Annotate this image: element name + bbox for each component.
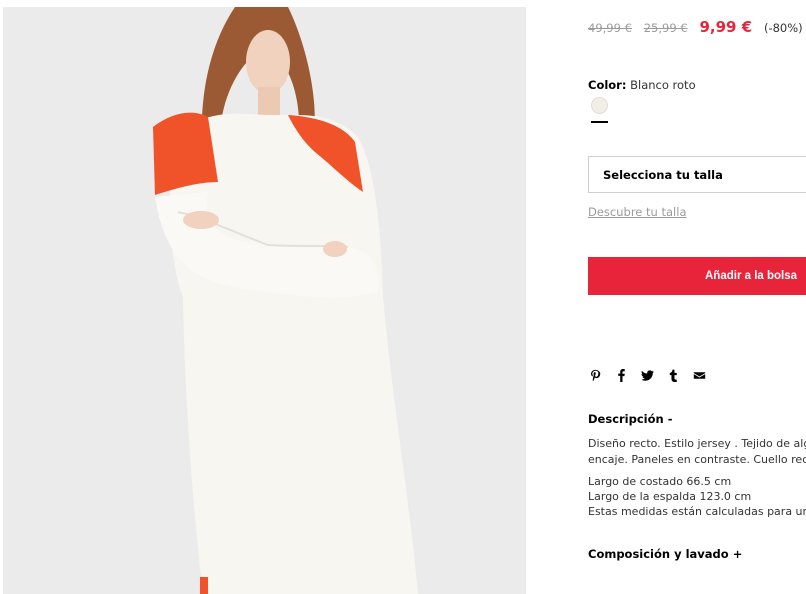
color-row: Color: Blanco roto: [588, 78, 696, 92]
description-line: encaje. Paneles en contraste. Cuello red…: [588, 453, 806, 466]
facebook-icon[interactable]: [614, 367, 628, 383]
current-price: 9,99 €: [699, 18, 753, 36]
product-image[interactable]: [3, 7, 526, 594]
color-value: Blanco roto: [630, 78, 696, 92]
add-to-bag-button[interactable]: Añadir a la bolsa: [588, 257, 806, 295]
pinterest-icon[interactable]: [588, 367, 602, 383]
measurements-text: Largo de costado 66.5 cm Largo de la esp…: [588, 474, 806, 519]
description-text: Diseño recto. Estilo jersey . Tejido de …: [588, 436, 806, 468]
price-block: 49,99 € 25,99 € 9,99 € (-80%): [588, 18, 803, 36]
color-label: Color:: [588, 78, 627, 92]
color-swatch-blanco-roto[interactable]: [591, 97, 608, 114]
measurement-line: Largo de la espalda 123.0 cm: [588, 490, 752, 503]
measurement-line: Largo de costado 66.5 cm: [588, 475, 732, 488]
composition-toggle[interactable]: Composición y lavado +: [588, 547, 742, 561]
twitter-icon[interactable]: [640, 367, 654, 383]
description-line: Diseño recto. Estilo jersey . Tejido de …: [588, 437, 806, 450]
size-select[interactable]: Selecciona tu talla: [588, 156, 806, 193]
size-guide-link[interactable]: Descubre tu talla: [588, 205, 687, 219]
description-toggle[interactable]: Descripción -: [588, 412, 672, 426]
share-bar: [588, 367, 706, 383]
email-icon[interactable]: [692, 367, 706, 383]
tumblr-icon[interactable]: [666, 367, 680, 383]
product-details-panel: 49,99 € 25,99 € 9,99 € (-80%) Color: Bla…: [588, 0, 806, 594]
measurement-line: Estas medidas están calculadas para una: [588, 505, 806, 518]
previous-price: 25,99 €: [643, 21, 688, 35]
discount-badge: (-80%): [763, 21, 803, 35]
selected-swatch-indicator: [591, 121, 608, 123]
original-price: 49,99 €: [588, 21, 632, 35]
